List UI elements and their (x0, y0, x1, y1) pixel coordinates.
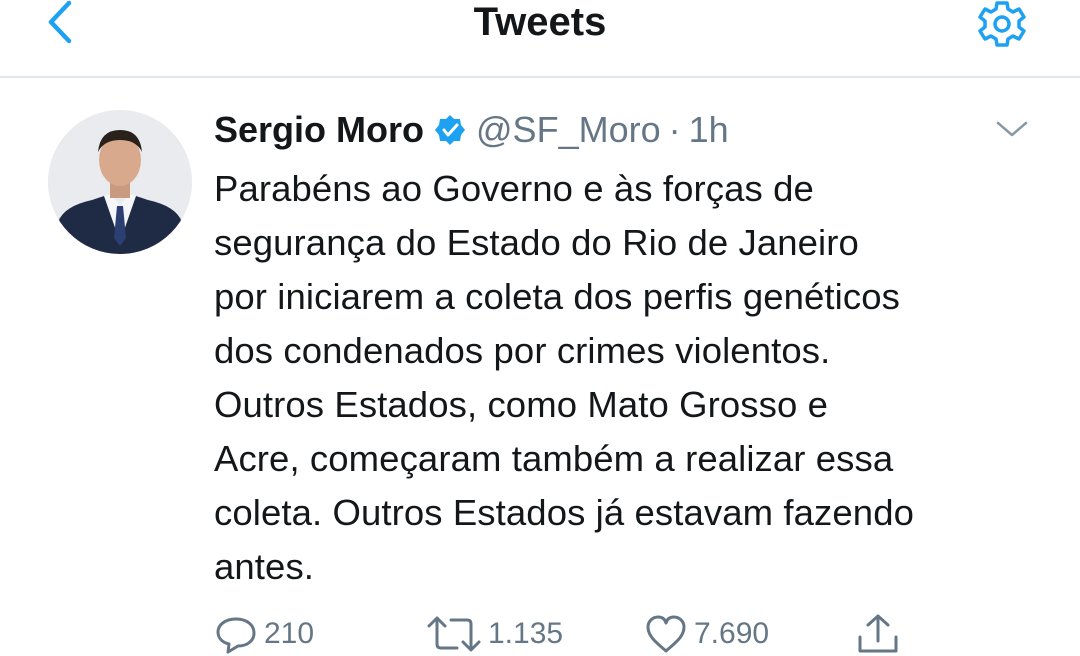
tweet-actions: 210 1.135 7.690 (214, 612, 934, 656)
gear-icon (978, 1, 1026, 47)
tweet[interactable]: Sergio Moro @SF_Moro · 1h Parabéns ao Go… (0, 80, 1080, 656)
share-button[interactable] (856, 612, 900, 656)
nav-bar: Tweets (0, 0, 1080, 78)
retweet-icon (427, 616, 481, 652)
chevron-down-icon (996, 121, 1028, 137)
heart-icon (646, 615, 686, 653)
separator-dot: · (668, 109, 681, 150)
share-icon (858, 614, 898, 653)
author-handle[interactable]: @SF_Moro (476, 109, 661, 151)
settings-button[interactable] (972, 0, 1032, 48)
tweet-header: Sergio Moro @SF_Moro · 1h (214, 108, 729, 152)
tweet-timestamp[interactable]: 1h (689, 109, 729, 151)
page-title: Tweets (473, 0, 607, 44)
retweet-button[interactable]: 1.135 (426, 612, 563, 656)
like-button[interactable]: 7.690 (644, 612, 769, 656)
author-name[interactable]: Sergio Moro (214, 109, 424, 151)
reply-icon (216, 617, 256, 654)
avatar-photo (48, 110, 192, 254)
reply-count: 210 (264, 617, 315, 650)
retweet-count: 1.135 (488, 617, 564, 650)
like-count: 7.690 (694, 617, 770, 650)
avatar[interactable] (48, 110, 192, 254)
tweet-text: Parabéns ao Governo e às forças de segur… (214, 168, 915, 587)
reply-button[interactable]: 210 (214, 612, 314, 656)
tweet-menu-button[interactable] (992, 114, 1032, 144)
verified-badge-icon (434, 114, 466, 146)
